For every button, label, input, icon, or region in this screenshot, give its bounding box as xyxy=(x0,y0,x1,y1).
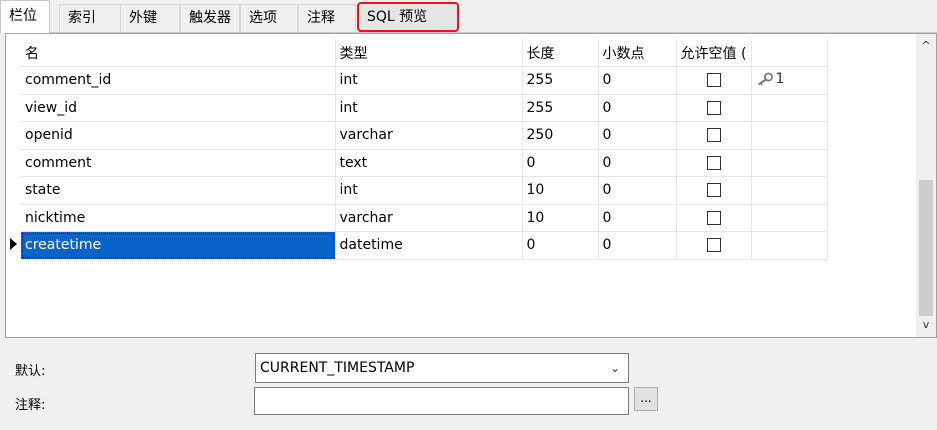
nullable-checkbox[interactable] xyxy=(706,210,721,225)
tab-comments[interactable]: 注释 xyxy=(298,4,356,32)
field-nullable[interactable] xyxy=(676,149,752,177)
field-nullable[interactable] xyxy=(676,204,752,232)
tab-fields[interactable]: 栏位 xyxy=(0,0,50,33)
field-name-editing[interactable]: createtime xyxy=(21,231,336,260)
field-decimals[interactable]: 0 xyxy=(598,204,677,232)
comment-field[interactable] xyxy=(254,387,629,415)
field-length[interactable]: 255 xyxy=(522,66,599,95)
field-key[interactable] xyxy=(751,231,828,260)
field-decimals[interactable]: 0 xyxy=(598,231,677,260)
field-name[interactable]: openid xyxy=(21,121,336,150)
table-row[interactable]: nicktime varchar 10 0 xyxy=(21,204,828,232)
field-key[interactable] xyxy=(751,176,828,205)
field-nullable[interactable] xyxy=(676,121,752,150)
nullable-checkbox[interactable] xyxy=(706,155,721,170)
scroll-down-arrow-icon[interactable]: v xyxy=(916,315,936,335)
field-length[interactable]: 255 xyxy=(522,94,599,122)
tab-options[interactable]: 选项 xyxy=(240,4,298,32)
current-row-indicator-icon xyxy=(10,238,17,250)
col-header-type[interactable]: 类型 xyxy=(335,39,523,67)
table-row[interactable]: comment_id int 255 0 1 xyxy=(21,66,828,95)
field-length[interactable]: 250 xyxy=(522,121,599,150)
grid-header-row: 名 类型 长度 小数点 允许空值 ( xyxy=(21,39,828,67)
field-decimals[interactable]: 0 xyxy=(598,121,677,150)
fields-grid: 名 类型 长度 小数点 允许空值 ( comment_id int 255 0 … xyxy=(5,33,937,338)
col-header-name[interactable]: 名 xyxy=(21,39,336,67)
default-value-combo[interactable]: CURRENT_TIMESTAMP ⌄ xyxy=(255,353,629,383)
scroll-thumb[interactable] xyxy=(919,180,933,316)
tab-indexes[interactable]: 索引 xyxy=(59,4,121,32)
col-header-decimals[interactable]: 小数点 xyxy=(598,39,677,67)
field-type[interactable]: varchar xyxy=(335,121,523,150)
field-key[interactable] xyxy=(751,149,828,177)
nullable-checkbox[interactable] xyxy=(706,100,721,115)
field-name[interactable]: nicktime xyxy=(21,204,336,232)
field-decimals[interactable]: 0 xyxy=(598,149,677,177)
table-row[interactable]: state int 10 0 xyxy=(21,176,828,205)
field-type[interactable]: int xyxy=(335,176,523,205)
field-key[interactable] xyxy=(751,121,828,150)
field-key[interactable] xyxy=(751,204,828,232)
table-row[interactable]: openid varchar 250 0 xyxy=(21,121,828,150)
comment-label: 注释: xyxy=(15,398,46,413)
field-length[interactable]: 0 xyxy=(522,231,599,260)
tab-sql-preview[interactable]: SQL 预览 xyxy=(357,2,459,32)
ellipsis-button[interactable]: ... xyxy=(634,387,658,411)
field-nullable[interactable] xyxy=(676,66,752,95)
tab-triggers[interactable]: 触发器 xyxy=(180,4,240,32)
nullable-checkbox[interactable] xyxy=(706,73,721,88)
field-key[interactable]: 1 xyxy=(751,66,828,95)
field-nullable[interactable] xyxy=(676,94,752,122)
field-decimals[interactable]: 0 xyxy=(598,66,677,95)
field-length[interactable]: 10 xyxy=(522,204,599,232)
primary-key-index: 1 xyxy=(775,70,785,87)
primary-key-marker: 1 xyxy=(756,70,785,87)
field-length[interactable]: 0 xyxy=(522,149,599,177)
chevron-down-icon[interactable]: ⌄ xyxy=(610,354,620,382)
col-header-key[interactable] xyxy=(751,39,828,67)
nullable-checkbox[interactable] xyxy=(706,183,721,198)
field-decimals[interactable]: 0 xyxy=(598,176,677,205)
field-decimals[interactable]: 0 xyxy=(598,94,677,122)
field-type[interactable]: int xyxy=(335,66,523,95)
field-name[interactable]: view_id xyxy=(21,94,336,122)
table-row[interactable]: view_id int 255 0 xyxy=(21,94,828,122)
field-nullable[interactable] xyxy=(676,176,752,205)
table-row[interactable]: comment text 0 0 xyxy=(21,149,828,177)
field-nullable[interactable] xyxy=(676,231,752,260)
field-name[interactable]: comment xyxy=(21,149,336,177)
tab-foreign-keys[interactable]: 外键 xyxy=(120,4,180,32)
default-value-text: CURRENT_TIMESTAMP xyxy=(260,360,415,376)
field-type[interactable]: text xyxy=(335,149,523,177)
field-length[interactable]: 10 xyxy=(522,176,599,205)
field-name[interactable]: state xyxy=(21,176,336,205)
field-name[interactable]: comment_id xyxy=(21,66,336,95)
nullable-checkbox[interactable] xyxy=(706,238,721,253)
table-row-selected[interactable]: createtime datetime 0 0 xyxy=(21,231,828,260)
field-type[interactable]: datetime xyxy=(335,231,523,260)
scroll-up-arrow-icon[interactable]: ^ xyxy=(916,36,936,56)
field-type[interactable]: int xyxy=(335,94,523,122)
key-icon xyxy=(757,72,773,86)
fields-table: 名 类型 长度 小数点 允许空值 ( comment_id int 255 0 … xyxy=(21,39,828,260)
col-header-nullable[interactable]: 允许空值 ( xyxy=(676,39,752,67)
field-type[interactable]: varchar xyxy=(335,204,523,232)
default-label: 默认: xyxy=(15,364,46,379)
col-header-length[interactable]: 长度 xyxy=(522,39,599,67)
vertical-scrollbar[interactable]: ^ v xyxy=(916,34,936,337)
field-key[interactable] xyxy=(751,94,828,122)
nullable-checkbox[interactable] xyxy=(706,128,721,143)
tab-bar: 栏位 索引 外键 触发器 选项 注释 SQL 预览 xyxy=(0,0,937,33)
